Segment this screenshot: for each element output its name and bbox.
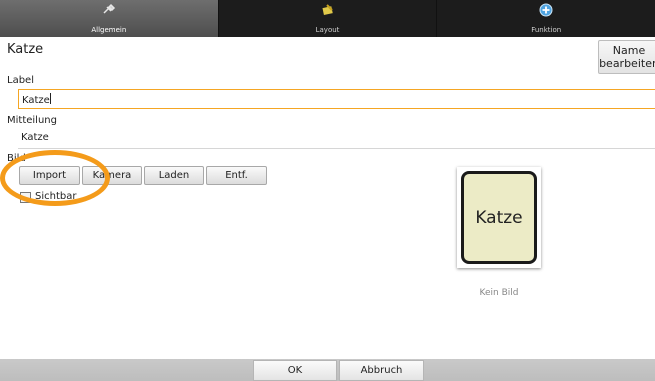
label-input[interactable]: Katze bbox=[18, 89, 655, 109]
image-button-row: Import Kamera Laden Entf. bbox=[19, 166, 267, 185]
visible-checkbox[interactable] bbox=[20, 192, 31, 203]
delete-button[interactable]: Entf. bbox=[206, 166, 267, 185]
message-input[interactable]: Katze bbox=[18, 129, 655, 149]
text-cursor bbox=[49, 93, 51, 104]
cancel-button[interactable]: Abbruch bbox=[339, 360, 424, 381]
import-button[interactable]: Import bbox=[19, 166, 80, 185]
camera-button[interactable]: Kamera bbox=[82, 166, 142, 185]
image-caption: Bild bbox=[7, 153, 26, 164]
message-caption: Mitteilung bbox=[7, 115, 57, 126]
general-settings-icon bbox=[103, 3, 115, 14]
tab-label: Layout bbox=[315, 26, 340, 34]
rename-button[interactable]: Name bearbeiten bbox=[598, 40, 655, 74]
layout-icon bbox=[321, 4, 333, 15]
tab-allgemein[interactable]: Allgemein bbox=[0, 0, 219, 37]
label-caption: Label bbox=[7, 75, 34, 86]
preview-card-text: Katze bbox=[475, 207, 523, 228]
no-image-label: Kein Bild bbox=[479, 288, 519, 298]
tab-label: Funktion bbox=[531, 26, 562, 34]
load-button[interactable]: Laden bbox=[144, 166, 204, 185]
tab-label: Allgemein bbox=[91, 26, 127, 34]
tab-layout[interactable]: Layout bbox=[219, 0, 438, 37]
bottom-bar: OK Abbruch bbox=[0, 359, 655, 381]
image-preview: Katze bbox=[457, 167, 541, 268]
page-title: Katze bbox=[7, 42, 44, 57]
add-function-icon bbox=[539, 3, 553, 17]
rename-button-label: Name bearbeiten bbox=[599, 44, 655, 70]
message-input-value: Katze bbox=[21, 132, 49, 143]
preview-card: Katze bbox=[461, 171, 537, 264]
tab-funktion[interactable]: Funktion bbox=[437, 0, 655, 37]
tab-bar: Allgemein Layout Funktion bbox=[0, 0, 655, 37]
visible-checkbox-label: Sichtbar bbox=[35, 191, 77, 202]
ok-button[interactable]: OK bbox=[253, 360, 337, 381]
label-input-value: Katze bbox=[22, 95, 50, 106]
